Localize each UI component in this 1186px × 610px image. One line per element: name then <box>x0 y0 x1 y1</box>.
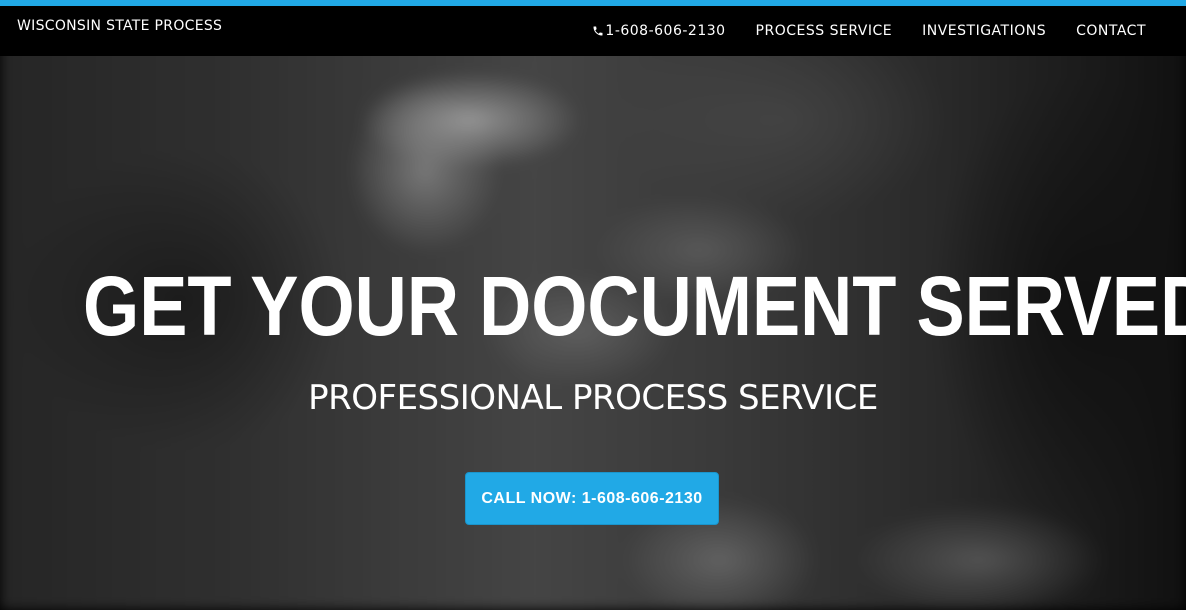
nav-phone-label: 1-608-606-2130 <box>605 23 726 39</box>
phone-icon <box>592 25 604 37</box>
page: WISCONSIN STATE PROCESS 1-608-606-2130 P… <box>0 0 1186 610</box>
call-now-button[interactable]: CALL NOW: 1-608-606-2130 <box>465 472 719 525</box>
nav-phone-link[interactable]: 1-608-606-2130 <box>592 23 725 39</box>
hero-section: GET YOUR DOCUMENT SERVED PROFESSIONAL PR… <box>0 0 1186 610</box>
brand-logo-link[interactable]: WISCONSIN STATE PROCESS <box>17 18 222 34</box>
hero-subtitle: PROFESSIONAL PROCESS SERVICE <box>308 378 878 418</box>
nav-links: 1-608-606-2130 PROCESS SERVICE INVESTIGA… <box>592 6 1146 56</box>
navbar: WISCONSIN STATE PROCESS 1-608-606-2130 P… <box>0 6 1186 56</box>
hero-title: GET YOUR DOCUMENT SERVED <box>83 259 1186 353</box>
nav-link-process-service[interactable]: PROCESS SERVICE <box>756 23 893 39</box>
nav-link-contact[interactable]: CONTACT <box>1076 23 1146 39</box>
nav-link-investigations[interactable]: INVESTIGATIONS <box>922 23 1046 39</box>
